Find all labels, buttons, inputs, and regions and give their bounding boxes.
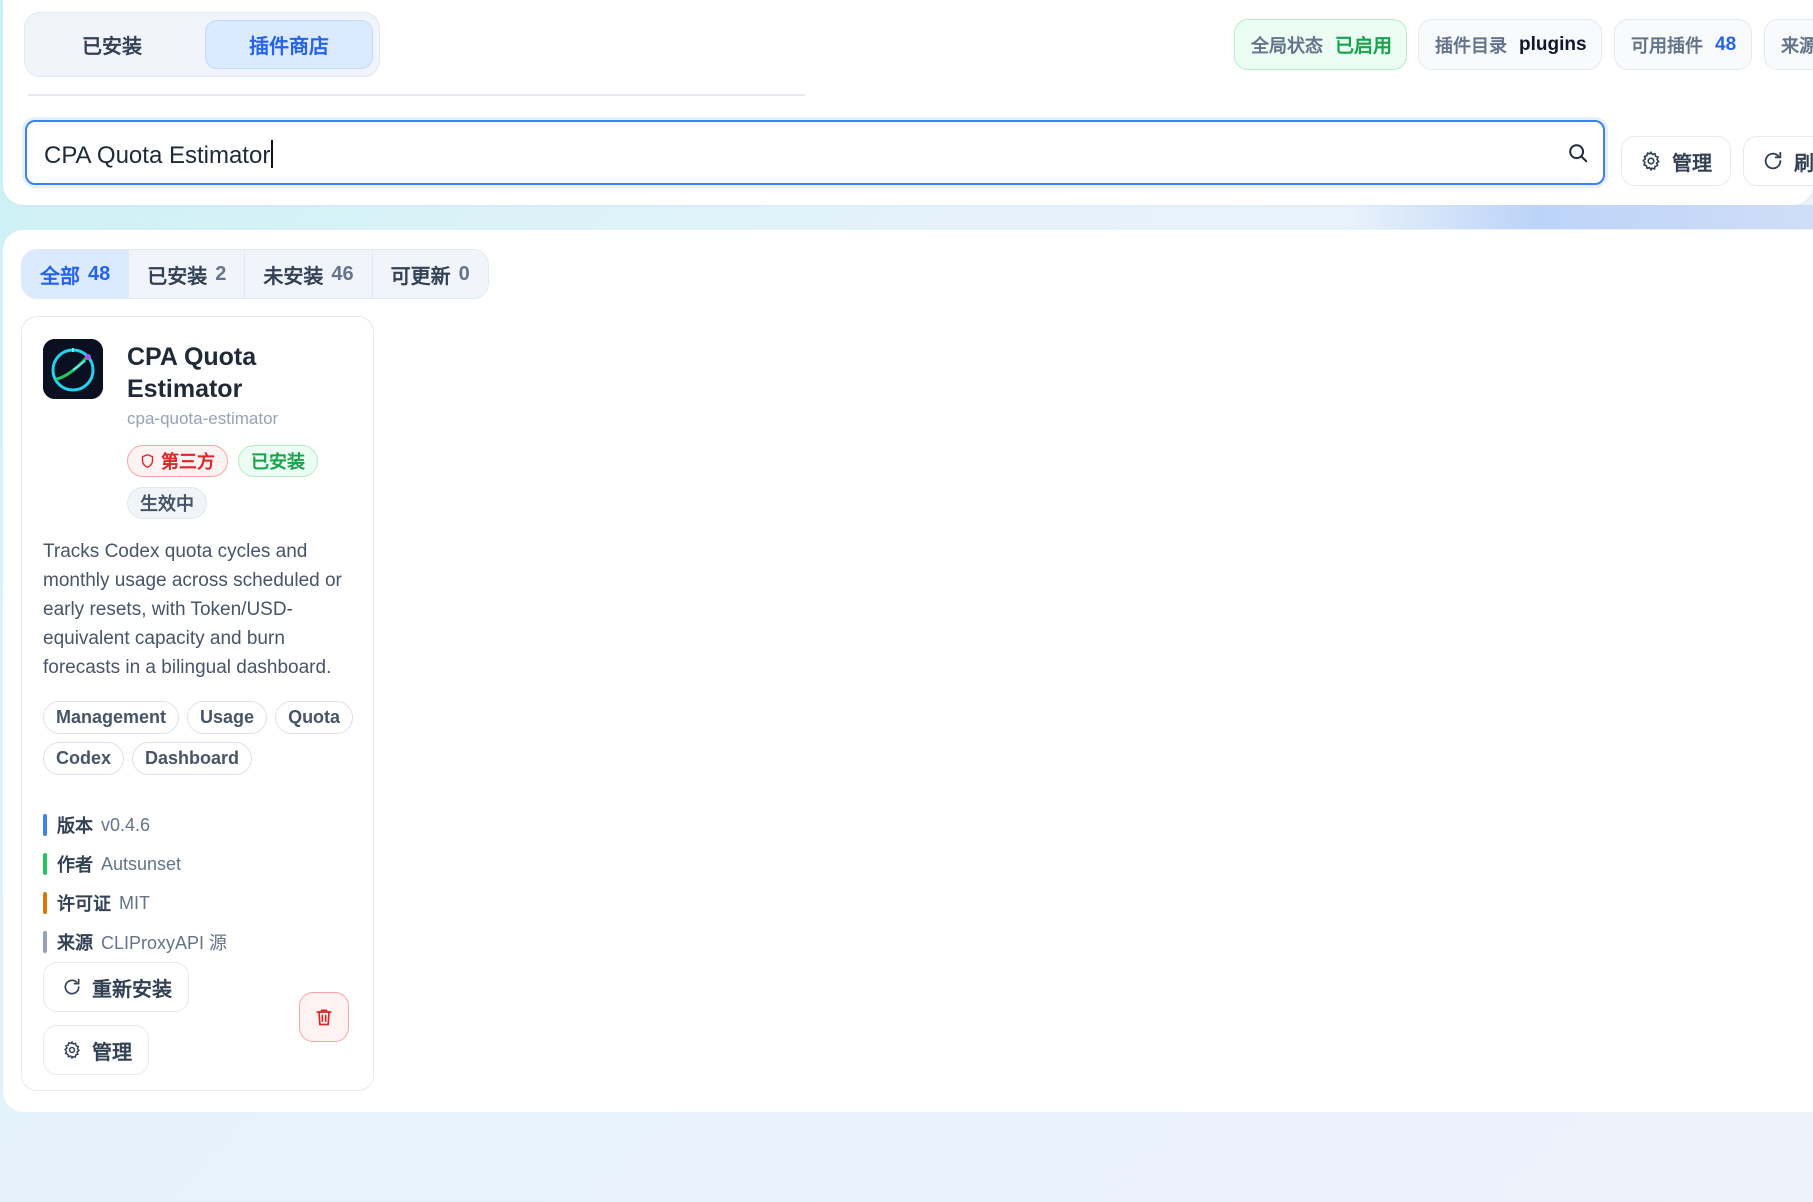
meta-value: MIT: [119, 892, 150, 913]
available-count-value: 48: [1715, 33, 1737, 55]
shield-icon: [140, 453, 155, 469]
available-count-label: 可用插件: [1631, 35, 1703, 56]
meta-value: v0.4.6: [101, 814, 151, 835]
view-switch: 已安装 插件商店: [24, 12, 380, 77]
plugin-manage-button[interactable]: 管理: [43, 1025, 149, 1075]
filter-label: 可更新: [390, 265, 451, 288]
tab-plugin-store[interactable]: 插件商店: [205, 20, 373, 69]
refresh-icon: [62, 977, 82, 997]
tag: Usage: [187, 701, 268, 734]
third-party-badge: 第三方: [127, 445, 228, 477]
search-icon[interactable]: [1567, 142, 1589, 164]
plugin-slug: cpa-quota-estimator: [127, 409, 279, 428]
manage-button-label: 管理: [1672, 152, 1712, 175]
header-glow: [1350, 205, 1813, 229]
meta-key: 版本: [57, 816, 93, 836]
gear-icon: [62, 1040, 82, 1060]
meta-bar: [43, 814, 47, 836]
plugin-description: Tracks Codex quota cycles and monthly us…: [43, 541, 342, 678]
plugin-dir-label: 插件目录: [1435, 35, 1507, 56]
plugin-list-panel: 全部 48 已安装 2 未安装 46 可更新 0 CPA Quota Estim…: [3, 230, 1813, 1112]
delete-button[interactable]: [299, 992, 349, 1042]
filter-all[interactable]: 全部 48: [22, 250, 130, 298]
header-divider: [28, 94, 805, 96]
filter-installed[interactable]: 已安装 2: [129, 250, 246, 298]
tag: Management: [43, 701, 180, 734]
meta-value: CLIProxyAPI 源: [101, 933, 228, 953]
refresh-button[interactable]: 刷: [1743, 136, 1813, 186]
filter-label: 未安装: [263, 265, 324, 288]
search-value: CPA Quota Estimator: [44, 142, 271, 169]
meta-license: 许可证 MIT: [43, 891, 363, 915]
reinstall-button[interactable]: 重新安装: [43, 962, 189, 1012]
meta-key: 许可证: [57, 894, 111, 914]
filter-label: 全部: [40, 265, 80, 288]
meta-version: 版本 v0.4.6: [43, 813, 363, 837]
tag: Dashboard: [132, 742, 253, 775]
plugin-logo-gauge-icon: [43, 339, 103, 399]
meta-author: 作者 Autsunset: [43, 852, 363, 876]
plugin-title: CPA Quota Estimator: [127, 343, 257, 403]
refresh-button-label: 刷: [1794, 152, 1813, 175]
filter-not-installed[interactable]: 未安装 46: [245, 250, 373, 298]
gear-icon: [1640, 150, 1662, 172]
filter-updatable[interactable]: 可更新 0: [373, 250, 488, 298]
available-count-badge: 可用插件 48: [1614, 19, 1752, 70]
third-party-label: 第三方: [161, 452, 215, 472]
meta-bar: [43, 892, 47, 914]
plugin-dir-value: plugins: [1519, 33, 1587, 55]
plugin-manage-label: 管理: [92, 1041, 132, 1064]
plugin-dir-badge: 插件目录 plugins: [1418, 19, 1602, 70]
filter-tabs: 全部 48 已安装 2 未安装 46 可更新 0: [21, 249, 489, 299]
source-label: 来源: [1781, 35, 1813, 56]
global-status-badge: 全局状态 已启用: [1234, 19, 1407, 70]
meta-bar: [43, 853, 47, 875]
tab-installed[interactable]: 已安装: [33, 20, 191, 69]
plugin-card: CPA Quota Estimator cpa-quota-estimator …: [21, 316, 374, 1091]
meta-value: Autsunset: [101, 853, 182, 874]
global-status-value: 已启用: [1335, 36, 1393, 57]
trash-icon: [314, 1007, 334, 1027]
filter-count: 46: [331, 262, 354, 285]
filter-count: 48: [88, 262, 111, 285]
refresh-icon: [1762, 150, 1784, 172]
active-badge: 生效中: [127, 487, 207, 519]
tag-list: Management Usage Quota Codex Dashboard: [43, 701, 363, 775]
manage-button[interactable]: 管理: [1621, 136, 1731, 186]
reinstall-label: 重新安装: [92, 978, 172, 1001]
filter-count: 0: [458, 262, 470, 285]
installed-badge: 已安装: [238, 445, 318, 477]
meta-key: 作者: [57, 855, 93, 875]
meta-source: 来源 CLIProxyAPI 源: [43, 930, 363, 954]
store-header-panel: 已安装 插件商店 全局状态 已启用 插件目录 plugins 可用插件 48 来…: [3, 0, 1813, 205]
global-status-label: 全局状态: [1251, 35, 1323, 56]
meta-key: 来源: [57, 933, 93, 953]
tag: Codex: [43, 742, 125, 775]
tag: Quota: [275, 701, 354, 734]
filter-label: 已安装: [147, 265, 208, 288]
search-input[interactable]: CPA Quota Estimator: [25, 120, 1605, 185]
source-badge: 来源: [1764, 19, 1813, 70]
filter-count: 2: [215, 262, 227, 285]
text-caret: [271, 140, 274, 168]
meta-bar: [43, 931, 47, 953]
